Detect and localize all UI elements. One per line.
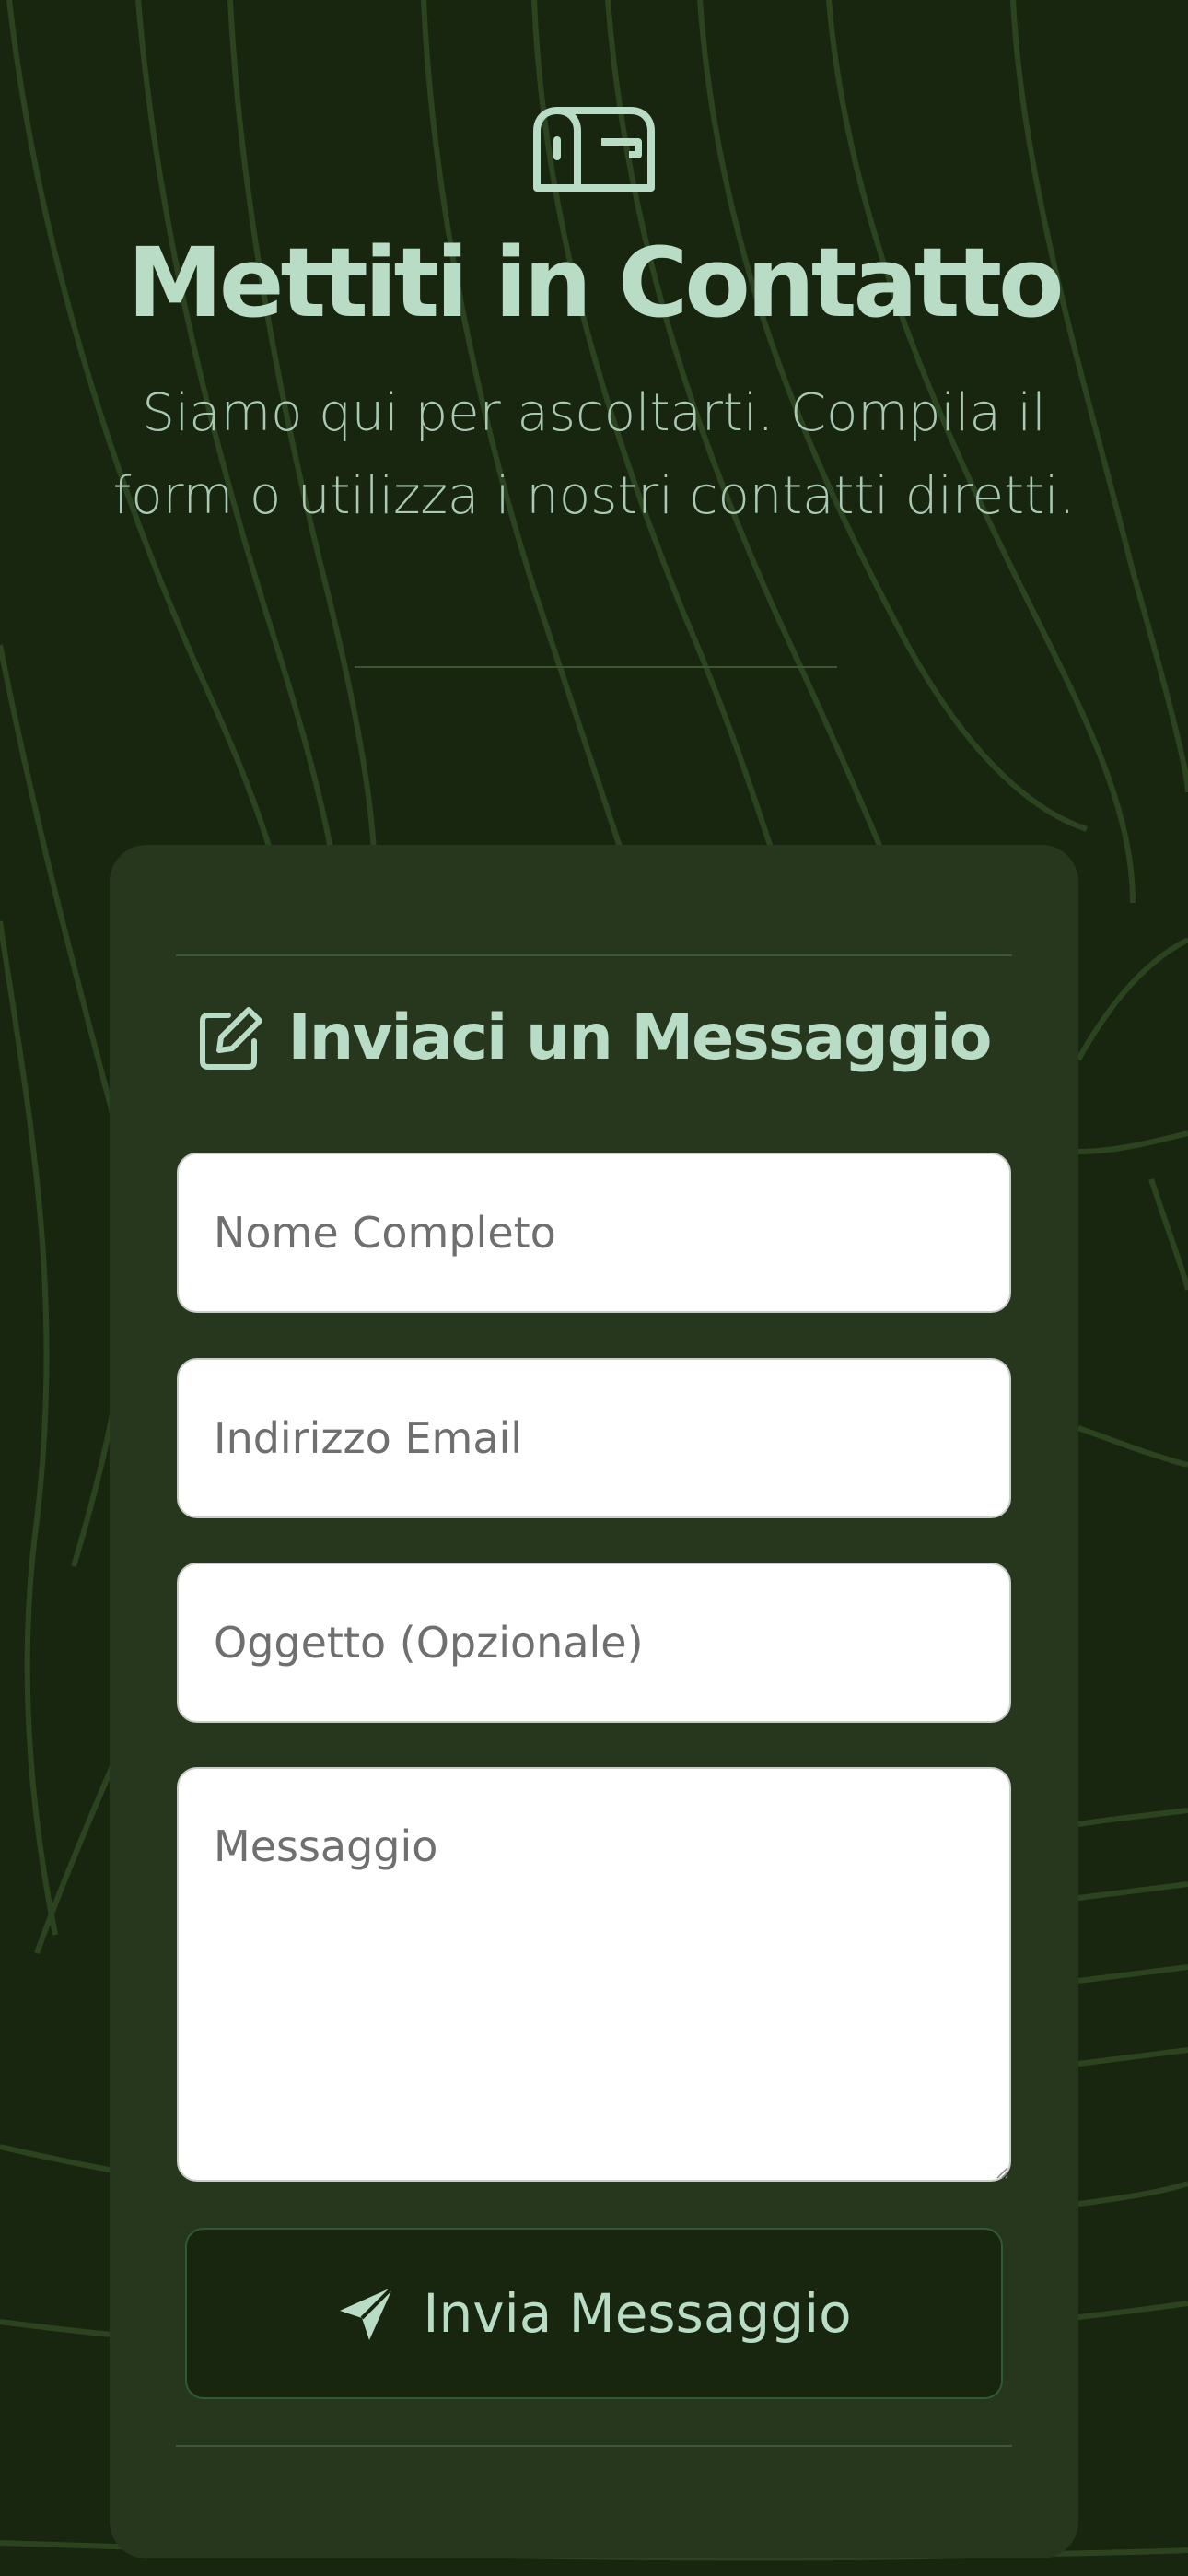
- page-subtitle: Siamo qui per ascoltarti. Compila il for…: [112, 383, 1076, 526]
- edit-icon: [197, 1004, 265, 1072]
- message-field[interactable]: [177, 1767, 1011, 2182]
- subject-field[interactable]: [177, 1563, 1011, 1723]
- card-bottom-divider: [176, 2445, 1012, 2447]
- send-icon: [336, 2283, 397, 2344]
- contact-form-card: Inviaci un Messaggio Invia Messaggio: [110, 845, 1078, 2558]
- card-top-divider: [176, 954, 1012, 956]
- send-message-label: Invia Messaggio: [423, 2282, 852, 2345]
- resize-grip-icon[interactable]: [996, 2166, 1008, 2179]
- hero-divider: [355, 666, 837, 668]
- email-field[interactable]: [177, 1358, 1011, 1518]
- page-title: Mettiti in Contatto: [127, 227, 1064, 339]
- form-heading: Inviaci un Messaggio: [110, 1001, 1078, 1074]
- form-heading-text: Inviaci un Messaggio: [287, 1001, 992, 1074]
- name-field[interactable]: [177, 1153, 1011, 1313]
- contact-page: Mettiti in Contatto Siamo qui per ascolt…: [0, 0, 1188, 2576]
- mailbox-icon: [530, 103, 658, 195]
- send-message-button[interactable]: Invia Messaggio: [185, 2228, 1003, 2399]
